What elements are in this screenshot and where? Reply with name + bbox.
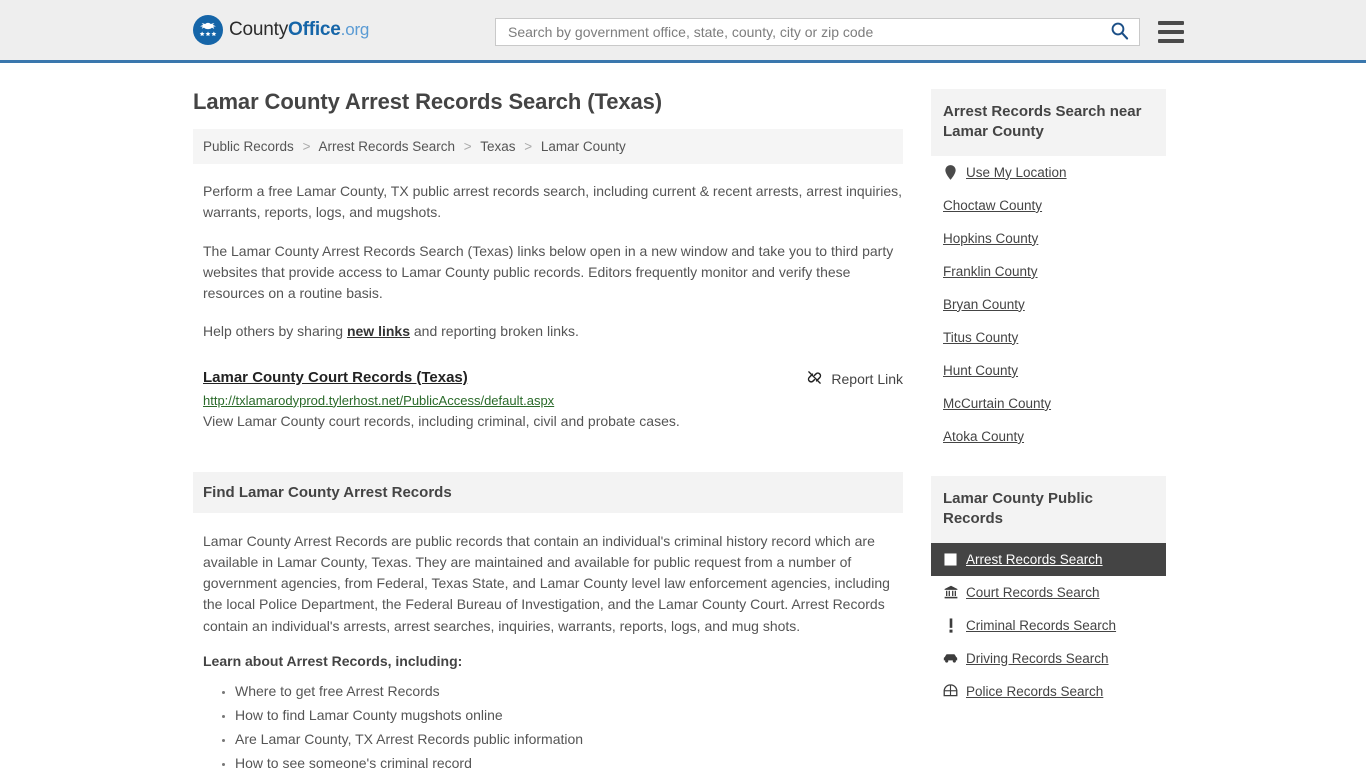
sidebar-link-label[interactable]: Hunt County: [943, 363, 1018, 378]
breadcrumb: Public Records > Arrest Records Search >…: [193, 129, 903, 164]
help-text-before: Help others by sharing: [203, 323, 347, 340]
help-paragraph: Help others by sharing new links and rep…: [203, 321, 903, 342]
car-icon: [943, 653, 958, 664]
breadcrumb-separator: >: [463, 139, 472, 154]
search-input[interactable]: [506, 23, 1108, 41]
list-item: Where to get free Arrest Records: [235, 679, 903, 703]
logo-text-org: .org: [340, 20, 370, 39]
hamburger-bar-2: [1158, 30, 1184, 34]
result-title-link[interactable]: Lamar County Court Records (Texas): [203, 369, 468, 386]
hamburger-bar-1: [1158, 21, 1184, 25]
search-icon: [1110, 21, 1129, 43]
nearby-search-heading: Arrest Records Search near Lamar County: [931, 89, 1166, 156]
sidebar-item-bryan-county[interactable]: Bryan County: [931, 288, 1166, 321]
breadcrumb-separator: >: [302, 139, 311, 154]
sidebar-item-mccurtain-county[interactable]: McCurtain County: [931, 387, 1166, 420]
search-button[interactable]: [1108, 21, 1131, 43]
new-links-link[interactable]: new links: [347, 323, 410, 339]
sidebar-link-label[interactable]: Atoka County: [943, 429, 1024, 444]
site-logo[interactable]: CountyOffice.org: [193, 15, 369, 45]
find-records-heading: Find Lamar County Arrest Records: [193, 471, 903, 513]
breadcrumb-item-public-records[interactable]: Public Records: [203, 139, 294, 154]
learn-about-list: Where to get free Arrest Records How to …: [203, 679, 903, 768]
sidebar-link-label[interactable]: Court Records Search: [966, 585, 1100, 600]
sidebar-item-arrest-records-search[interactable]: Arrest Records Search: [931, 542, 1166, 576]
page-title: Lamar County Arrest Records Search (Texa…: [193, 89, 662, 114]
sidebar-item-court-records-search[interactable]: Court Records Search: [931, 576, 1166, 609]
search-box[interactable]: [495, 18, 1140, 46]
sidebar-item-police-records-search[interactable]: Police Records Search: [931, 675, 1166, 708]
eagle-shield-icon: [193, 15, 223, 45]
sidebar-item-use-my-location[interactable]: Use My Location: [931, 156, 1166, 189]
breadcrumb-item-lamar-county[interactable]: Lamar County: [541, 139, 626, 154]
breadcrumb-item-arrest-records-search[interactable]: Arrest Records Search: [318, 139, 455, 154]
report-link-label: Report Link: [831, 370, 903, 387]
hamburger-bar-3: [1158, 39, 1184, 43]
sidebar-item-atoka-county[interactable]: Atoka County: [931, 420, 1166, 453]
hamburger-menu-icon[interactable]: [1158, 21, 1184, 43]
sidebar-link-label[interactable]: Driving Records Search: [966, 651, 1109, 666]
breadcrumb-separator: >: [524, 139, 533, 154]
logo-text-office: Office: [288, 19, 341, 40]
find-records-body: Lamar County Arrest Records are public r…: [203, 532, 890, 634]
sidebar-item-choctaw-county[interactable]: Choctaw County: [931, 189, 1166, 222]
broken-link-icon: [806, 369, 823, 389]
breadcrumb-item-texas[interactable]: Texas: [480, 139, 515, 154]
result-link-block: Lamar County Court Records (Texas) http:…: [203, 369, 903, 429]
sidebar-item-hunt-county[interactable]: Hunt County: [931, 354, 1166, 387]
result-description: View Lamar County court records, includi…: [203, 412, 680, 429]
intro-paragraph-1: Perform a free Lamar County, TX public a…: [203, 183, 902, 221]
public-records-list: Arrest Records Search Court Records Sear…: [931, 542, 1166, 708]
sidebar: Arrest Records Search near Lamar County …: [931, 89, 1166, 768]
sidebar-link-label[interactable]: Franklin County: [943, 264, 1038, 279]
help-text-after: and reporting broken links.: [410, 323, 579, 340]
sidebar-item-franklin-county[interactable]: Franklin County: [931, 255, 1166, 288]
page-container: Lamar County Arrest Records Search (Texa…: [0, 63, 1366, 768]
logo-text-county: County: [229, 19, 289, 40]
list-item: How to find Lamar County mugshots online: [235, 703, 903, 727]
report-link-button[interactable]: Report Link: [806, 369, 903, 389]
sidebar-link-label[interactable]: Hopkins County: [943, 231, 1038, 246]
sidebar-item-hopkins-county[interactable]: Hopkins County: [931, 222, 1166, 255]
list-item: Are Lamar County, TX Arrest Records publ…: [235, 727, 903, 751]
site-header: CountyOffice.org: [0, 0, 1366, 63]
map-pin-icon: [943, 164, 958, 180]
exclamation-icon: [943, 618, 958, 633]
list-item: How to see someone's criminal record: [235, 751, 903, 768]
result-url[interactable]: http://txlamarodyprod.tylerhost.net/Publ…: [203, 393, 903, 408]
logo-text: CountyOffice.org: [229, 19, 369, 41]
sidebar-link-label[interactable]: Criminal Records Search: [966, 618, 1116, 633]
sidebar-link-label[interactable]: Bryan County: [943, 297, 1025, 312]
sidebar-item-criminal-records-search[interactable]: Criminal Records Search: [931, 609, 1166, 642]
sidebar-link-label[interactable]: Choctaw County: [943, 198, 1042, 213]
sidebar-link-label[interactable]: McCurtain County: [943, 396, 1051, 411]
white-square-icon: [943, 553, 958, 566]
intro-paragraph-2: The Lamar County Arrest Records Search (…: [203, 242, 894, 302]
sidebar-link-label[interactable]: Arrest Records Search: [966, 552, 1103, 567]
learn-about-heading: Learn about Arrest Records, including:: [203, 652, 463, 669]
sidebar-item-titus-county[interactable]: Titus County: [931, 321, 1166, 354]
police-badge-icon: [943, 683, 958, 699]
main-content: Lamar County Arrest Records Search (Texa…: [193, 63, 903, 768]
header-search-area: [495, 18, 1184, 46]
sidebar-link-label[interactable]: Titus County: [943, 330, 1018, 345]
nearby-counties-list: Use My Location Choctaw County Hopkins C…: [931, 156, 1166, 453]
courthouse-icon: [943, 585, 958, 599]
public-records-heading: Lamar County Public Records: [931, 475, 1166, 543]
sidebar-link-label[interactable]: Police Records Search: [966, 684, 1103, 699]
sidebar-item-driving-records-search[interactable]: Driving Records Search: [931, 642, 1166, 675]
sidebar-link-label[interactable]: Use My Location: [966, 165, 1067, 180]
